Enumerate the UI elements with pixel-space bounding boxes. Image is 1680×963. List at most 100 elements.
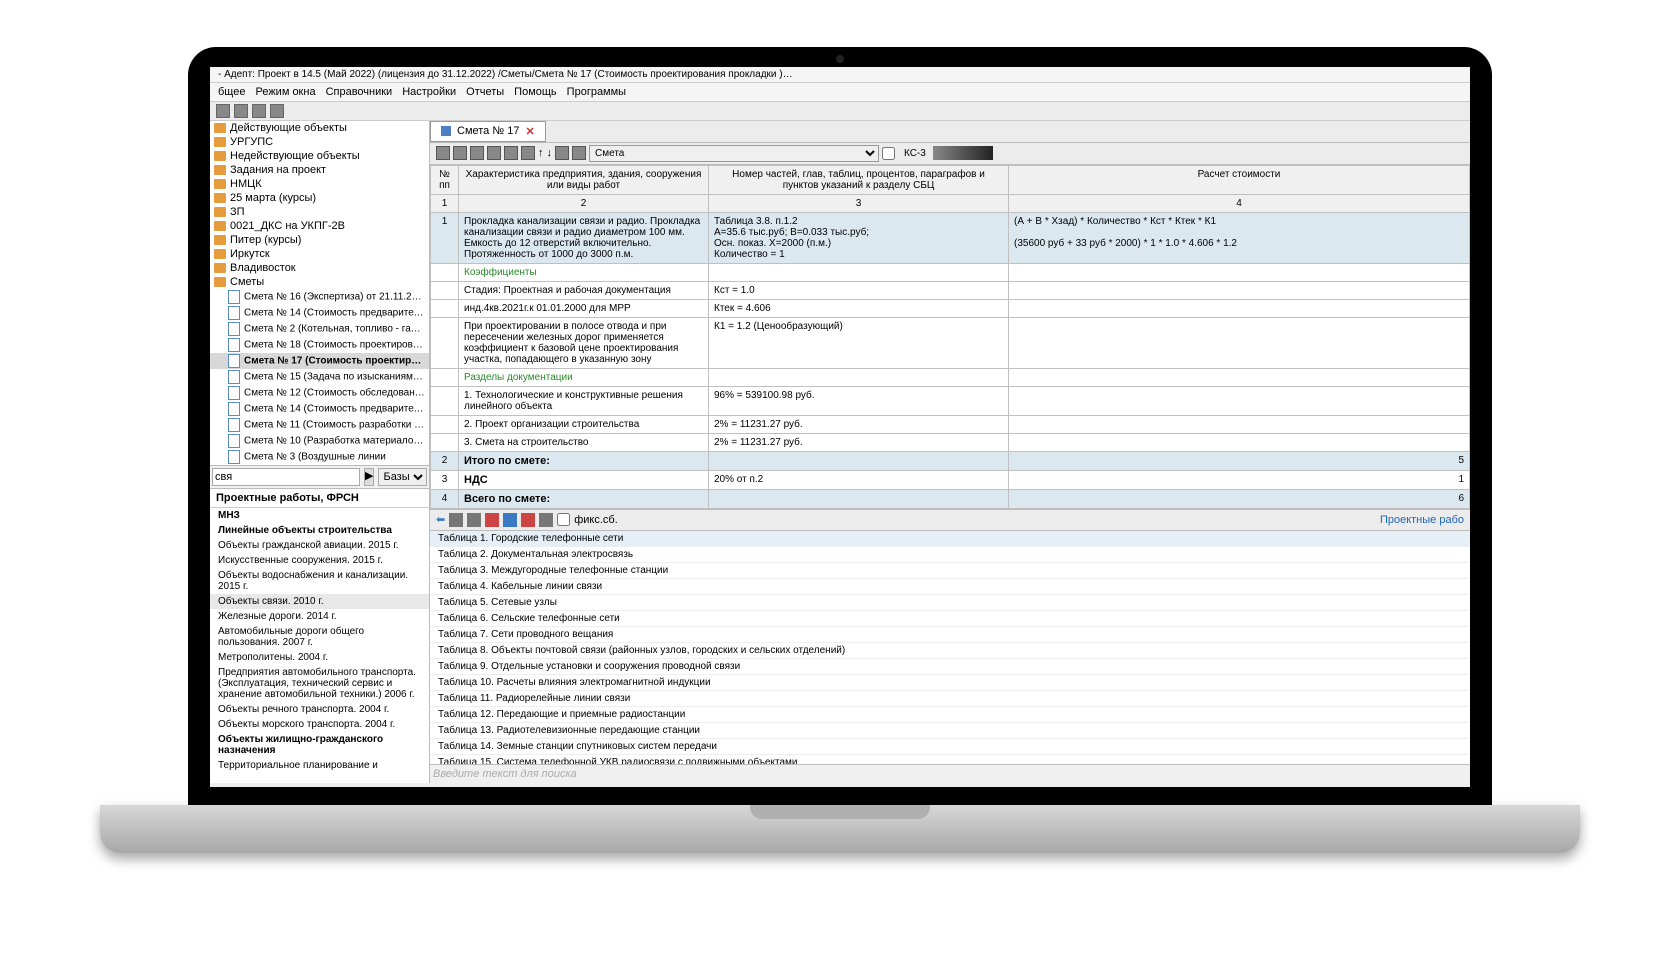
document-tab[interactable]: Смета № 17 ✕ [430,121,546,142]
catalog-item[interactable]: Предприятия автомобильного транспорта. (… [210,665,429,702]
menu-item[interactable]: Помощь [514,86,557,98]
list-item[interactable]: Таблица 6. Сельские телефонные сети [430,611,1470,627]
tree-folder[interactable]: Действующие объекты [210,121,429,135]
tool-icon[interactable] [487,146,501,160]
catalog-item[interactable]: Объекты морского транспорта. 2004 г. [210,717,429,732]
catalog-item[interactable]: Метрополитены. 2004 г. [210,650,429,665]
menu-item[interactable]: Отчеты [466,86,504,98]
list-item[interactable]: Таблица 12. Передающие и приемные радиос… [430,707,1470,723]
right-crumb[interactable]: Проектные рабо [1380,514,1464,526]
list-item[interactable]: Таблица 8. Объекты почтовой связи (район… [430,643,1470,659]
tree-folder[interactable]: Сметы [210,275,429,289]
close-icon[interactable]: ✕ [525,125,534,138]
tree-doc[interactable]: Смета № 17 (Стоимость проектирования про… [210,353,429,369]
list-item[interactable]: Таблица 15. Система телефонной УКВ радио… [430,755,1470,764]
search-mode-select[interactable]: Базы [378,468,427,486]
tree-doc[interactable]: Смета № 3 (Воздушные линии [210,449,429,465]
menu-item[interactable]: Режим окна [255,86,315,98]
catalog-item[interactable]: МНЗ [210,508,429,523]
tree-doc[interactable]: Смета № 10 (Разработка материалов к отво… [210,433,429,449]
catalog-item[interactable]: Автомобильные дороги общего пользования.… [210,624,429,650]
list-item[interactable]: Таблица 11. Радиорелейные линии связи [430,691,1470,707]
list-item[interactable]: Таблица 2. Документальная электросвязь [430,547,1470,563]
catalog-item[interactable]: Территориальное планирование и [210,758,429,773]
search-input[interactable] [212,468,360,486]
list-item[interactable]: Таблица 10. Расчеты влияния электромагни… [430,675,1470,691]
list-item[interactable]: Таблица 14. Земные станции спутниковых с… [430,739,1470,755]
tree-folder[interactable]: Питер (курсы) [210,233,429,247]
tool-icon[interactable] [449,513,463,527]
list-item[interactable]: Таблица 1. Городские телефонные сети [430,531,1470,547]
catalog-item[interactable]: Линейные объекты строительства [210,523,429,538]
table-row[interactable]: При проектировании в полосе отвода и при… [431,317,1470,368]
arrow-left-icon[interactable]: ⬅ [436,513,445,526]
arrow-down-icon[interactable]: ↓ [547,147,553,159]
tool-icon[interactable] [504,146,518,160]
table-row[interactable]: 3. Смета на строительство2% = 11231.27 р… [431,433,1470,451]
table-row[interactable]: Разделы документации [431,368,1470,386]
tool-icon[interactable] [470,146,484,160]
list-item[interactable]: Таблица 3. Междугородные телефонные стан… [430,563,1470,579]
list-item[interactable]: Таблица 5. Сетевые узлы [430,595,1470,611]
list-item[interactable]: Таблица 7. Сети проводного вещания [430,627,1470,643]
tool-icon[interactable] [467,513,481,527]
tree-folder[interactable]: 0021_ДКС на УКПГ-2В [210,219,429,233]
fix-checkbox[interactable] [557,513,570,526]
tree-doc[interactable]: Смета № 12 (Стоимость обследования систе… [210,385,429,401]
catalog-item[interactable]: Объекты водоснабжения и канализации. 201… [210,568,429,594]
tree-doc[interactable]: Смета № 18 (Стоимость проектирования авт… [210,337,429,353]
tool-icon[interactable] [539,513,553,527]
tool-icon[interactable] [521,146,535,160]
table-row[interactable]: 2. Проект организации строительства2% = … [431,415,1470,433]
search-go[interactable]: ▶ [364,468,374,486]
catalog-item[interactable]: Искусственные сооружения. 2015 г. [210,553,429,568]
tree-folder[interactable]: НМЦК [210,177,429,191]
menu-item[interactable]: бщее [218,86,245,98]
tree-doc[interactable]: Смета № 2 (Котельная, топливо - газ (маз… [210,321,429,337]
arrow-up-icon[interactable]: ↑ [538,147,544,159]
tree-doc[interactable]: Смета № 11 (Стоимость разработки Проектн… [210,417,429,433]
table-row[interactable]: 1. Технологические и конструктивные реше… [431,386,1470,415]
catalog-item[interactable]: Объекты гражданской авиации. 2015 г. [210,538,429,553]
catalog-item[interactable]: Объекты связи. 2010 г. [210,594,429,609]
list-item[interactable]: Таблица 9. Отдельные установки и сооруже… [430,659,1470,675]
tree-doc[interactable]: Смета № 16 (Экспертиза) от 21.11.2021 на… [210,289,429,305]
tree-doc[interactable]: Смета № 14 (Стоимость предварительных ра… [210,305,429,321]
table-row[interactable]: 1 Прокладка канализации связи и радио. П… [431,212,1470,263]
tool-icon[interactable] [485,513,499,527]
table-row[interactable]: 2Итого по смете:5 [431,451,1470,470]
tool-icon[interactable] [521,513,535,527]
tree-folder[interactable]: Недействующие объекты [210,149,429,163]
tree-folder[interactable]: Иркутск [210,247,429,261]
tool-icon[interactable] [503,513,517,527]
catalog-item[interactable]: Железные дороги. 2014 г. [210,609,429,624]
tree-folder[interactable]: 25 марта (курсы) [210,191,429,205]
table-row[interactable]: 3НДС20% от п.21 [431,470,1470,489]
toolbar-icon[interactable] [252,104,266,118]
list-item[interactable]: Таблица 13. Радиотелевизионные передающи… [430,723,1470,739]
toolbar-icon[interactable] [270,104,284,118]
tree-doc[interactable]: Смета № 15 (Задача по изысканиям) от 21.… [210,369,429,385]
table-row[interactable]: инд.4кв.2021г.к 01.01.2000 для МРРКтек =… [431,299,1470,317]
tool-icon[interactable] [572,146,586,160]
catalog-item[interactable]: Объекты жилищно-гражданского назначения [210,732,429,758]
tool-icon[interactable] [453,146,467,160]
tool-icon[interactable] [555,146,569,160]
menu-item[interactable]: Настройки [402,86,456,98]
table-row[interactable]: Стадия: Проектная и рабочая документация… [431,281,1470,299]
ks-checkbox[interactable] [882,147,895,160]
tree-folder[interactable]: УРГУПС [210,135,429,149]
table-row[interactable]: Коэффициенты [431,263,1470,281]
view-combo[interactable]: Смета [589,145,879,162]
tree-folder[interactable]: Задания на проект [210,163,429,177]
tool-icon[interactable] [436,146,450,160]
toolbar-icon[interactable] [234,104,248,118]
list-item[interactable]: Таблица 4. Кабельные линии связи [430,579,1470,595]
tree-folder[interactable]: Владивосток [210,261,429,275]
menu-item[interactable]: Справочники [326,86,393,98]
menu-item[interactable]: Программы [567,86,626,98]
table-row[interactable]: 4Всего по смете:6 [431,489,1470,508]
bottom-search[interactable]: Введите текст для поиска [430,764,1470,783]
tree-doc[interactable]: Смета № 14 (Стоимость предварительных ра… [210,401,429,417]
tree-folder[interactable]: ЗП [210,205,429,219]
